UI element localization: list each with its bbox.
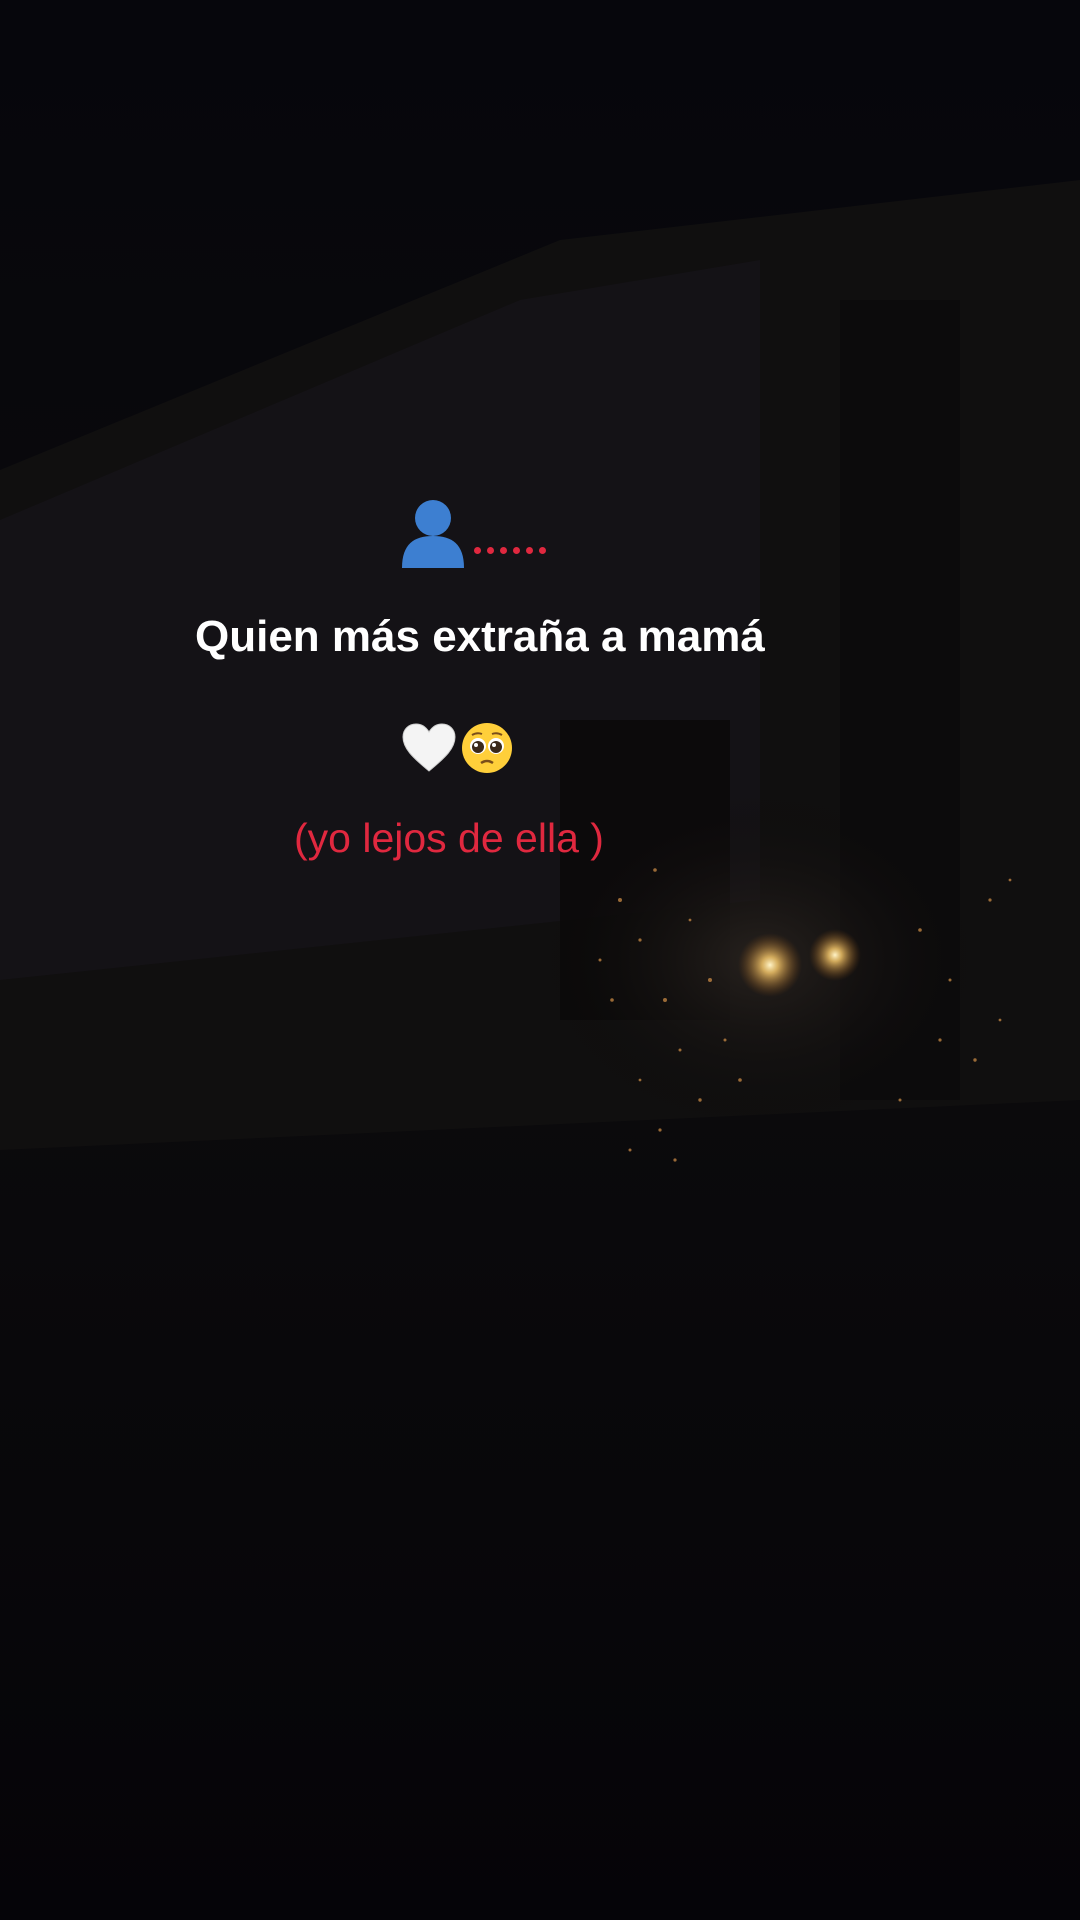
- caption-main-text: Quien más extraña a mamá: [195, 612, 765, 661]
- red-dots-icon: [474, 547, 546, 554]
- person-dots-row: [400, 496, 546, 568]
- night-window-background: [0, 0, 1080, 1920]
- white-heart-icon: [402, 722, 456, 778]
- pleading-face-icon: [460, 721, 514, 780]
- person-silhouette-icon: [400, 498, 466, 568]
- video-frame: Quien más extraña a mamá (yo lejos de el: [0, 0, 1080, 1920]
- caption-sub-text: (yo lejos de ella ): [294, 815, 604, 861]
- emoji-row: [402, 720, 514, 780]
